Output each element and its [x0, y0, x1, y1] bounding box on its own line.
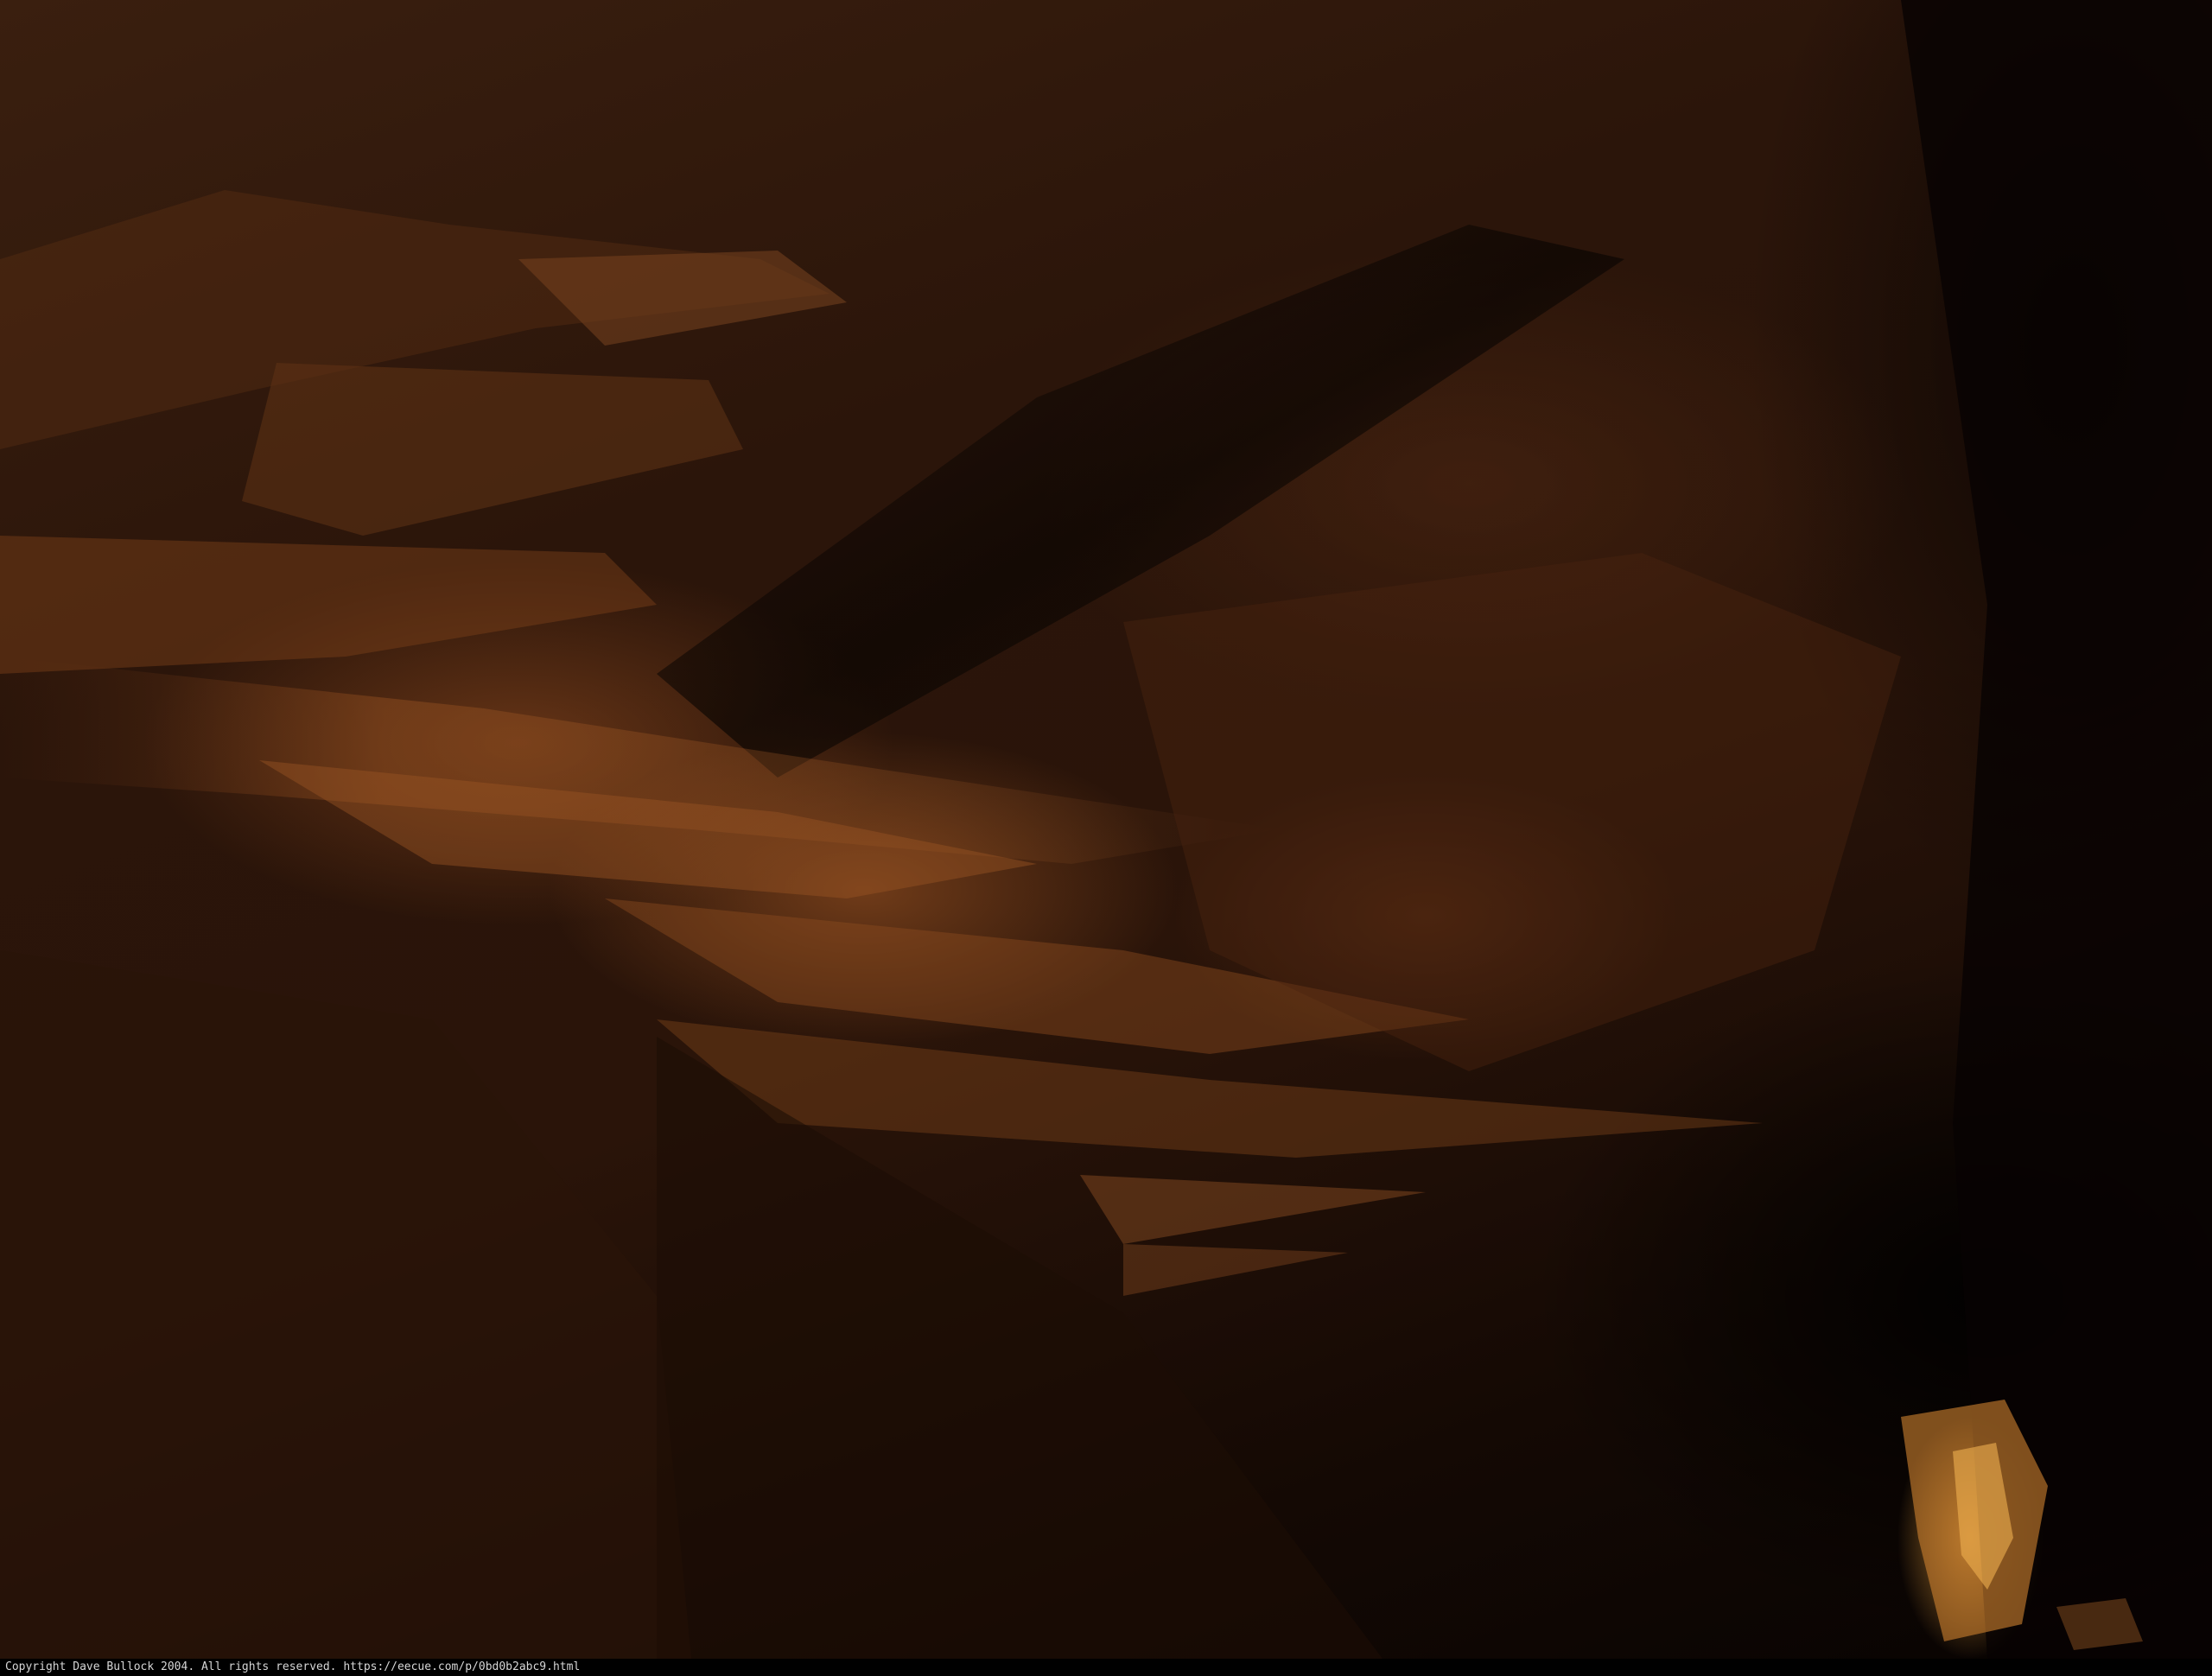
- cave-formations-illustration: [0, 0, 2212, 1659]
- upper-rock-ledges: [0, 190, 847, 674]
- copyright-caption: Copyright Dave Bullock 2004. All rights …: [5, 1660, 581, 1673]
- lower-rock-mass: [0, 950, 691, 1659]
- cave-photo: [0, 0, 2212, 1659]
